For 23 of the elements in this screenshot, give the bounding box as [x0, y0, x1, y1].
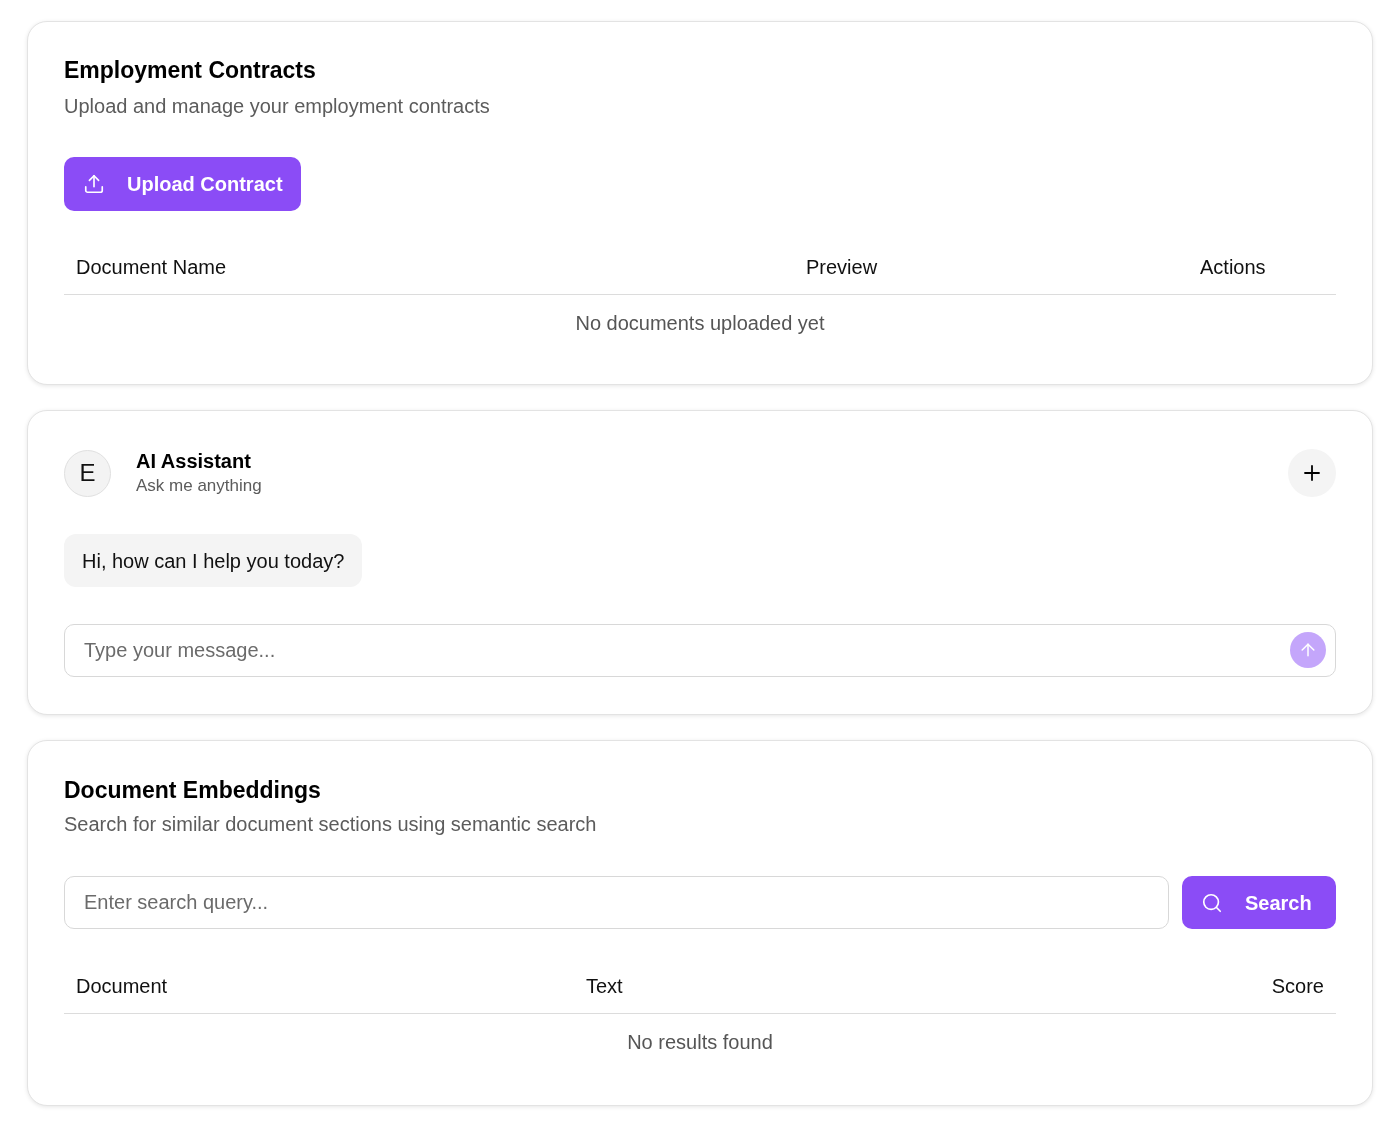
upload-button[interactable]: Upload Contract — [64, 157, 301, 211]
panel-subtitle: Search for similar document sections using semantic search — [64, 812, 597, 837]
panel-title: Employment Contracts — [64, 56, 316, 85]
chat-bubble: Hi, how can I help you today? — [64, 534, 363, 587]
assistant-tagline: Ask me anything — [136, 475, 262, 497]
column-header: Document — [76, 974, 168, 997]
search-button[interactable]: Search — [1182, 876, 1336, 929]
message-input[interactable]: Type your message... — [64, 624, 1336, 677]
avatar: E — [64, 449, 111, 497]
assistant-name: AI Assistant — [136, 449, 251, 474]
upload-icon — [83, 173, 105, 195]
empty-message: No results found — [627, 1030, 773, 1055]
column-header: Text — [586, 974, 623, 997]
panel-title: Document Embeddings — [64, 776, 321, 805]
search-icon — [1201, 891, 1223, 914]
column-header: Score — [1271, 974, 1324, 997]
panel-subtitle: Upload and manage your employment contracts — [64, 94, 490, 119]
column-header: Actions — [1200, 255, 1266, 278]
add-button[interactable] — [1288, 449, 1336, 497]
search-field[interactable]: Enter search query... — [64, 876, 1169, 929]
empty-message: No documents uploaded yet — [575, 311, 825, 336]
column-header: Document Name — [76, 255, 227, 278]
column-header: Preview — [806, 255, 878, 278]
